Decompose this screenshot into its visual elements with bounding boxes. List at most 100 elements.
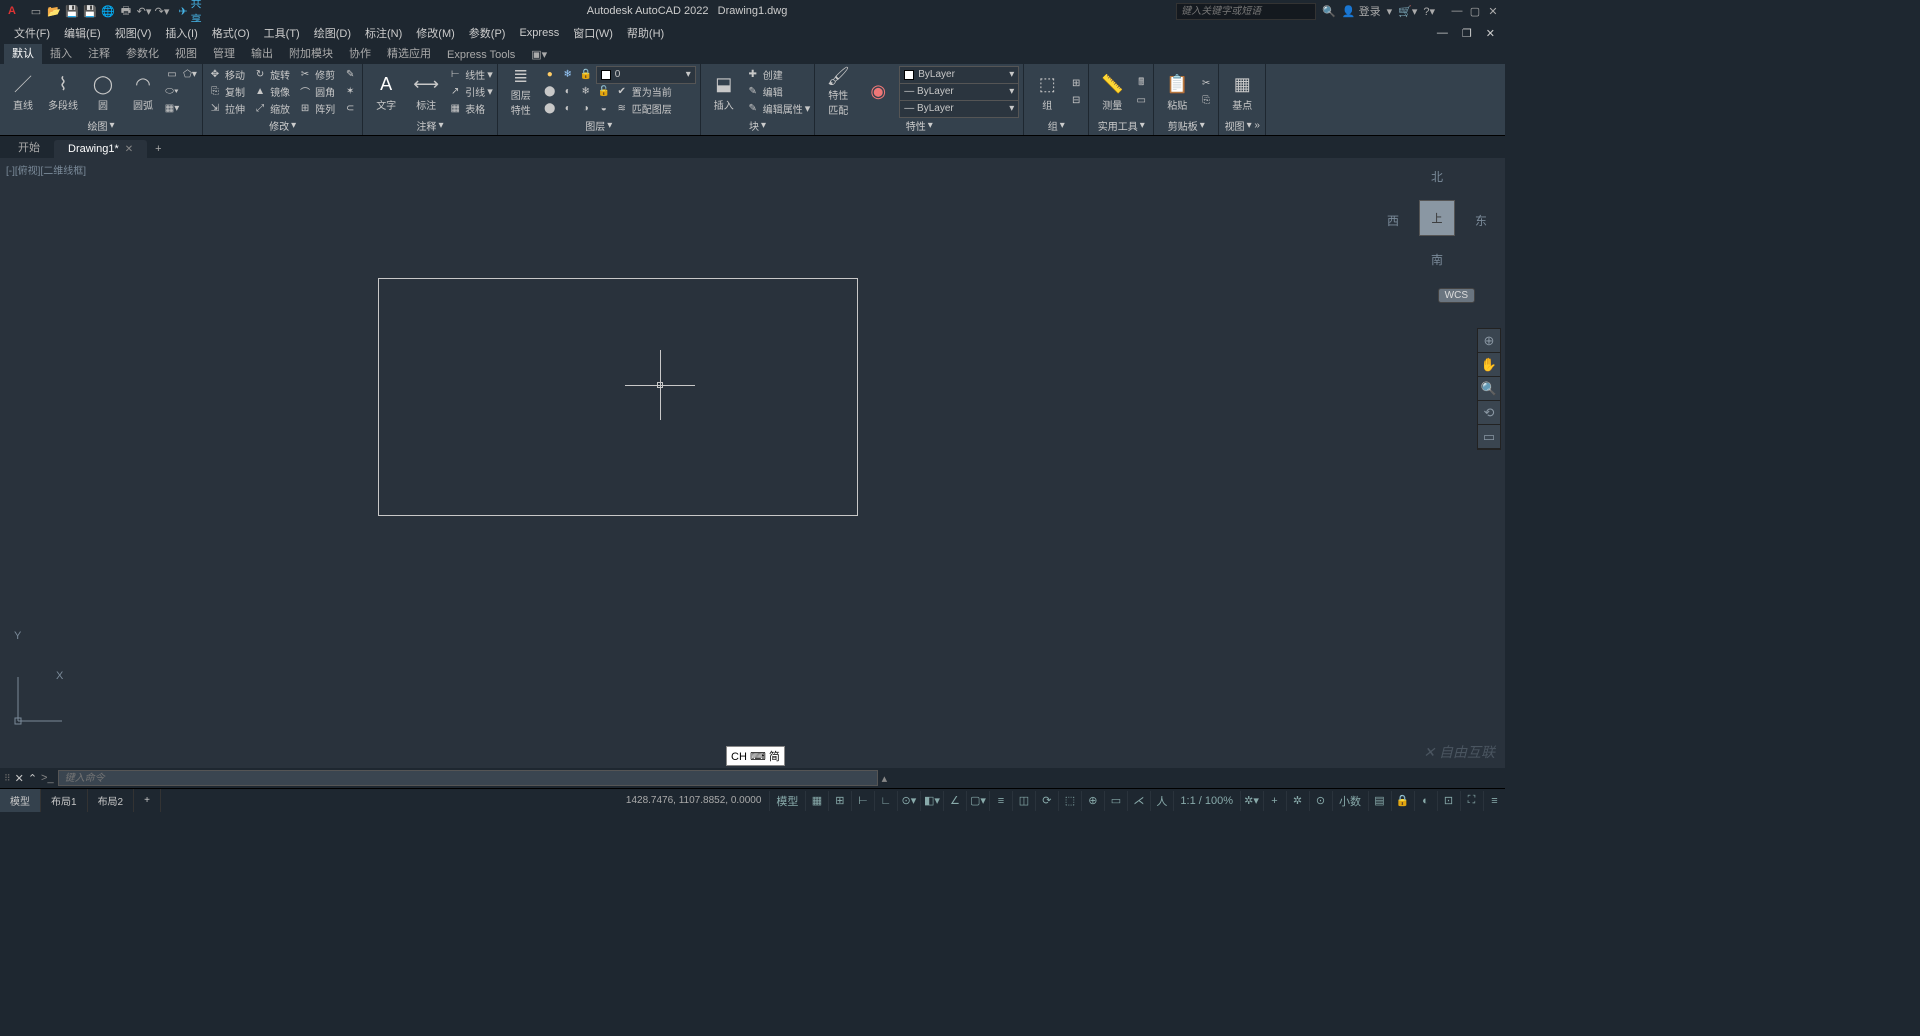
mdi-close-icon[interactable]: ✕ <box>1480 25 1501 42</box>
new-icon[interactable]: ▭ <box>28 3 44 19</box>
ribbon-tab-annotate[interactable]: 注释 <box>80 42 118 64</box>
nav-pan-icon[interactable]: ✋ <box>1478 353 1500 377</box>
offset-icon[interactable]: ⊂ <box>342 101 358 117</box>
status-polar-icon[interactable]: ⊙▾ <box>897 791 919 811</box>
mirror-icon[interactable]: ▲ <box>252 84 268 100</box>
search-icon[interactable]: 🔍 <box>1322 5 1336 18</box>
layer-unlock-icon[interactable]: 🔓 <box>596 84 612 100</box>
calc-icon[interactable]: 🖩 <box>1133 75 1149 91</box>
mdi-minimize-icon[interactable]: — <box>1431 25 1454 42</box>
status-annoscale-icon[interactable]: ⋌ <box>1127 791 1149 811</box>
scale-icon[interactable]: ⤢ <box>252 101 268 117</box>
save-icon[interactable]: 💾 <box>64 3 80 19</box>
ribbon-tab-addins[interactable]: 附加模块 <box>281 42 341 64</box>
fillet-icon[interactable]: ⌒ <box>297 84 313 100</box>
copy-icon[interactable]: ⎘ <box>207 84 223 100</box>
status-scale-readout[interactable]: 1:1 / 100% <box>1173 791 1239 811</box>
layer-properties-button[interactable]: ≣图层 特性 <box>502 67 540 117</box>
hatch-icon[interactable]: ▦▾ <box>164 101 180 117</box>
cmdline-close-icon[interactable]: ✕ <box>15 772 24 785</box>
ungroup-icon[interactable]: ⊞ <box>1068 75 1084 91</box>
view-cube-top[interactable]: 上 <box>1419 200 1455 236</box>
menu-dimension[interactable]: 标注(N) <box>359 23 408 43</box>
layer-match4-icon[interactable]: ◒ <box>596 101 612 117</box>
line-button[interactable]: ／直线 <box>4 67 42 117</box>
layer-match1-icon[interactable]: ⬤ <box>542 101 558 117</box>
menu-window[interactable]: 窗口(W) <box>567 23 619 43</box>
status-units-button[interactable]: 小数 <box>1332 791 1367 811</box>
block-edit-icon[interactable]: ✎ <box>745 84 761 100</box>
search-input[interactable] <box>1176 3 1316 20</box>
layer-setcurrent-icon[interactable]: ✔ <box>614 84 630 100</box>
text-button[interactable]: A文字 <box>367 67 405 117</box>
viewport-label[interactable]: [-][俯视][二维线框] <box>6 162 86 177</box>
layer-match-icon[interactable]: ≋ <box>614 101 630 117</box>
menu-draw[interactable]: 绘图(D) <box>308 23 357 43</box>
match-props-button[interactable]: 🖌特性 匹配 <box>819 67 857 117</box>
tab-close-icon[interactable]: ✕ <box>125 144 133 155</box>
status-customize-icon[interactable]: ≡ <box>1483 791 1505 811</box>
ribbon-tab-more-icon[interactable]: ▣▾ <box>523 45 555 64</box>
cut-icon[interactable]: ✂ <box>1198 75 1214 91</box>
status-clean-icon[interactable]: ⛶ <box>1460 791 1482 811</box>
cmdline-expand-icon[interactable]: ▴ <box>882 772 888 785</box>
help-icon[interactable]: ?▾ <box>1423 5 1435 18</box>
status-3dosnap-icon[interactable]: ⬚ <box>1058 791 1080 811</box>
layout-tab-model[interactable]: 模型 <box>0 789 41 812</box>
group-button[interactable]: ⬚组 <box>1028 67 1066 117</box>
app-exchange-icon[interactable]: ▾ <box>1387 5 1393 18</box>
maximize-icon[interactable]: ▢ <box>1467 4 1483 18</box>
view-cube[interactable]: 北 南 西 东 上 <box>1387 168 1487 268</box>
explode-icon[interactable]: ✶ <box>342 84 358 100</box>
nav-showmotion-icon[interactable]: ▭ <box>1478 425 1500 449</box>
redo-icon[interactable]: ↷▾ <box>154 3 170 19</box>
status-qp-icon[interactable]: ▭ <box>1104 791 1126 811</box>
nav-zoom-icon[interactable]: 🔍 <box>1478 377 1500 401</box>
close-icon[interactable]: ✕ <box>1485 4 1501 18</box>
menu-params[interactable]: 参数(P) <box>463 23 512 43</box>
linetype-dropdown[interactable]: — ByLayer▾ <box>899 100 1019 118</box>
ime-indicator[interactable]: CH ⌨ 简 <box>726 746 785 766</box>
stretch-icon[interactable]: ⇲ <box>207 101 223 117</box>
ribbon-tab-express[interactable]: Express Tools <box>439 46 523 64</box>
basepoint-button[interactable]: ▦基点 <box>1223 67 1261 117</box>
app-logo-icon[interactable]: A <box>4 3 20 19</box>
menu-modify[interactable]: 修改(M) <box>410 23 461 43</box>
status-transparency-icon[interactable]: ◫ <box>1012 791 1034 811</box>
status-infer-icon[interactable]: ⊢ <box>851 791 873 811</box>
cmdline-history-icon[interactable]: ⌃ <box>28 772 37 785</box>
layer-match3-icon[interactable]: ◑ <box>578 101 594 117</box>
cmdline-handle-icon[interactable]: ⠿ <box>4 773 11 784</box>
insert-block-button[interactable]: ⬓插入 <box>705 67 743 117</box>
group-edit-icon[interactable]: ⊟ <box>1068 92 1084 108</box>
menu-express[interactable]: Express <box>513 25 565 41</box>
props-palette-button[interactable]: ◉ <box>859 67 897 117</box>
status-ws-icon[interactable]: ✲ <box>1286 791 1308 811</box>
undo-icon[interactable]: ↶▾ <box>136 3 152 19</box>
status-iso-icon[interactable]: ◧▾ <box>920 791 942 811</box>
layer-thaw-icon[interactable]: ❄ <box>578 84 594 100</box>
status-quickprops-icon[interactable]: ▤ <box>1368 791 1390 811</box>
ribbon-tab-parametric[interactable]: 参数化 <box>118 42 167 64</box>
status-gear-icon[interactable]: ✲▾ <box>1240 791 1262 811</box>
leader-icon[interactable]: ↗ <box>447 84 463 100</box>
drawing-canvas[interactable]: [-][俯视][二维线框] Y X 北 南 西 东 上 WCS ⊕ ✋ 🔍 ⟲ … <box>0 158 1505 768</box>
linear-dim-icon[interactable]: ⊢ <box>447 67 463 83</box>
status-monitor-icon[interactable]: ⊙ <box>1309 791 1331 811</box>
status-model-button[interactable]: 模型 <box>769 791 804 811</box>
tab-add[interactable]: + <box>147 140 169 158</box>
paste-button[interactable]: 📋粘贴 <box>1158 67 1196 117</box>
ribbon-tab-manage[interactable]: 管理 <box>205 42 243 64</box>
wcs-badge[interactable]: WCS <box>1438 288 1475 303</box>
block-attr-icon[interactable]: ✎ <box>745 101 761 117</box>
menu-file[interactable]: 文件(F) <box>8 23 56 43</box>
erase-icon[interactable]: ✎ <box>342 67 358 83</box>
block-create-icon[interactable]: ✚ <box>745 67 761 83</box>
arc-button[interactable]: ◠圆弧 <box>124 67 162 117</box>
ribbon-tab-insert[interactable]: 插入 <box>42 42 80 64</box>
move-icon[interactable]: ✥ <box>207 67 223 83</box>
status-grid-icon[interactable]: ▦ <box>805 791 827 811</box>
status-lock-icon[interactable]: 🔒 <box>1391 791 1413 811</box>
status-dyn-icon[interactable]: ⊕ <box>1081 791 1103 811</box>
nav-orbit-icon[interactable]: ⟲ <box>1478 401 1500 425</box>
